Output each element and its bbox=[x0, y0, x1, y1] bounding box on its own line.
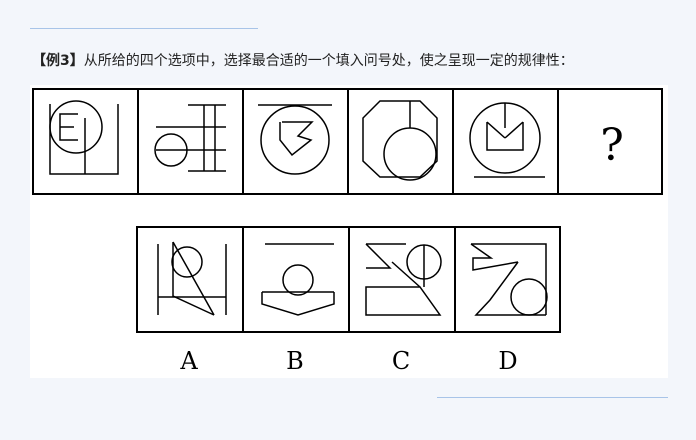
option-a-figure[interactable] bbox=[157, 241, 227, 316]
option-b-label[interactable]: B bbox=[286, 347, 304, 375]
sequence-figure-2 bbox=[154, 104, 226, 172]
sequence-figure-3 bbox=[258, 104, 332, 175]
option-b-figure[interactable] bbox=[261, 243, 335, 316]
option-c-figure[interactable] bbox=[365, 243, 442, 316]
puzzle-figure: ? A B C D bbox=[32, 88, 663, 375]
sequence-figure-5 bbox=[469, 102, 545, 178]
option-c-label[interactable]: C bbox=[392, 347, 410, 375]
option-d-label[interactable]: D bbox=[498, 347, 517, 375]
option-d-figure[interactable] bbox=[470, 243, 548, 316]
sequence-figure-1 bbox=[49, 100, 119, 175]
question-mark: ? bbox=[600, 120, 624, 171]
sequence-figure-4 bbox=[362, 100, 438, 181]
bottom-divider bbox=[437, 397, 668, 398]
option-a-label[interactable]: A bbox=[179, 347, 198, 375]
